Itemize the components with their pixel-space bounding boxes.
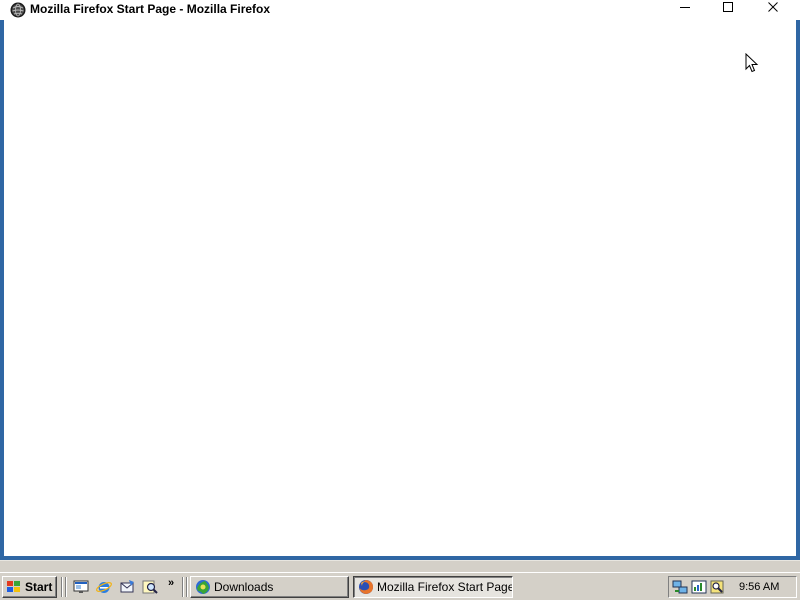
start-label: Start — [25, 580, 53, 594]
firefox-icon — [359, 580, 373, 594]
internet-explorer-icon[interactable] — [96, 579, 112, 595]
task-label: Downloads — [214, 580, 274, 594]
clock[interactable]: 9:56 AM — [739, 581, 779, 593]
maximize-icon — [723, 2, 733, 12]
task-button-firefox[interactable]: Mozilla Firefox Start Page... — [353, 576, 513, 598]
show-desktop-icon[interactable] — [73, 579, 89, 595]
close-icon — [768, 2, 778, 12]
quicklaunch-more-chevron[interactable]: » — [168, 577, 174, 589]
search-icon[interactable] — [142, 579, 158, 595]
quicklaunch-grip[interactable] — [65, 577, 67, 597]
start-button[interactable]: Start — [2, 576, 57, 598]
task-label: Mozilla Firefox Start Page... — [377, 580, 513, 594]
outlook-express-icon[interactable] — [119, 579, 135, 595]
task-button-downloads[interactable]: Downloads — [190, 576, 349, 598]
firefox-downloads-icon — [196, 580, 210, 594]
page-content-area[interactable] — [4, 20, 796, 556]
maximize-button[interactable] — [717, 0, 739, 14]
tasks-grip[interactable] — [186, 577, 188, 597]
minimize-icon — [680, 7, 690, 8]
window-title: Mozilla Firefox Start Page - Mozilla Fir… — [30, 2, 271, 16]
system-tray: 9:56 AM — [668, 576, 797, 598]
firefox-globe-icon — [10, 2, 26, 18]
volume-icon[interactable] — [691, 579, 707, 595]
minimize-button[interactable] — [674, 0, 696, 14]
title-bar[interactable]: Mozilla Firefox Start Page - Mozilla Fir… — [0, 0, 800, 20]
network-icon[interactable] — [672, 579, 688, 595]
firefox-window: Mozilla Firefox Start Page - Mozilla Fir… — [0, 0, 800, 560]
taskbar: Start » Downloads Mozilla Firefox Start … — [0, 572, 800, 600]
taskbar-divider — [61, 577, 63, 597]
desktop-strip — [0, 560, 800, 572]
security-icon[interactable] — [709, 579, 725, 595]
close-button[interactable] — [762, 0, 784, 14]
taskbar-divider — [182, 577, 184, 597]
windows-flag-icon — [7, 581, 20, 592]
